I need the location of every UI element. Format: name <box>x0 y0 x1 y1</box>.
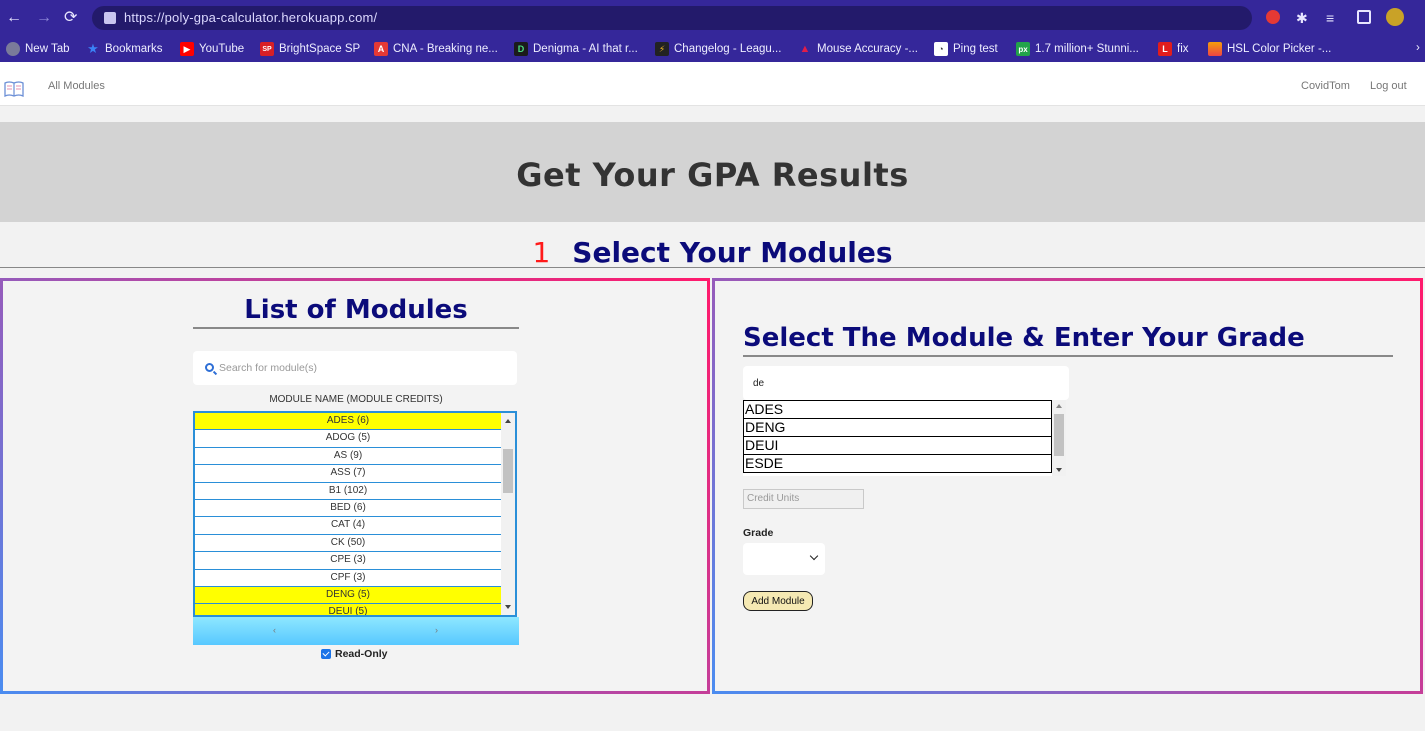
forward-arrow-icon[interactable]: → <box>36 8 52 28</box>
lightning-icon: ⚡ <box>655 42 669 56</box>
bookmark-changelog[interactable]: ⚡ Changelog - Leagu... <box>655 41 781 57</box>
bookmark-new-tab[interactable]: New Tab <box>6 41 70 57</box>
denigma-icon: D <box>514 42 528 56</box>
app-navbar: All Modules CovidTom Log out <box>0 62 1425 106</box>
book-logo-icon[interactable] <box>4 80 24 98</box>
module-filter-input[interactable] <box>753 376 1053 390</box>
readonly-label: Read-Only <box>335 648 388 660</box>
modules-list-title: List of Modules <box>244 295 468 325</box>
list-item[interactable]: BED (6) <box>195 500 501 518</box>
page-title: Get Your GPA Results <box>516 156 909 194</box>
readonly-checkbox[interactable] <box>321 649 331 659</box>
address-url: https://poly-gpa-calculator.herokuapp.co… <box>124 10 378 25</box>
module-grade-title-divider <box>743 355 1393 357</box>
module-option[interactable]: ESDE <box>743 454 1052 473</box>
nav-all-modules-link[interactable]: All Modules <box>48 80 105 92</box>
list-item[interactable]: CPF (3) <box>195 570 501 587</box>
step-number: 1 <box>532 236 551 269</box>
nav-user-link[interactable]: CovidTom <box>1301 80 1350 92</box>
module-select-scrollbar[interactable] <box>1052 400 1066 476</box>
cna-icon: A <box>374 42 388 56</box>
modules-list-panel: List of Modules MODULE NAME (MODULE CRED… <box>0 278 710 694</box>
list-item[interactable]: ADOG (5) <box>195 430 501 448</box>
modules-column-header: MODULE NAME (MODULE CREDITS) <box>269 394 443 405</box>
triangle-logo-icon: ▲ <box>799 43 811 55</box>
list-item[interactable]: AS (9) <box>195 448 501 466</box>
brightspace-icon: SP <box>260 42 274 56</box>
scroll-up-arrow-icon[interactable] <box>1056 404 1062 408</box>
module-search-input[interactable] <box>219 360 499 376</box>
module-option[interactable]: DENG <box>743 418 1052 437</box>
list-item[interactable]: CK (50) <box>195 535 501 553</box>
bookmark-denigma[interactable]: D Denigma - AI that r... <box>514 41 638 57</box>
scroll-up-arrow-icon[interactable] <box>505 419 511 423</box>
page-info-icon[interactable] <box>104 12 116 24</box>
extensions-puzzle-icon[interactable]: ✱ <box>1296 8 1308 28</box>
scroll-down-arrow-icon[interactable] <box>505 605 511 609</box>
bookmark-hsl-picker[interactable]: HSL Color Picker -... <box>1208 41 1331 57</box>
list-item[interactable]: DEUI (5) <box>195 604 501 615</box>
list-item[interactable]: B1 (102) <box>195 483 501 500</box>
list-item[interactable]: CPE (3) <box>195 552 501 570</box>
module-search-box[interactable] <box>193 351 517 385</box>
list-item[interactable]: CAT (4) <box>195 517 501 535</box>
address-bar[interactable]: https://poly-gpa-calculator.herokuapp.co… <box>92 6 1252 30</box>
page-banner: Get Your GPA Results <box>0 122 1425 222</box>
readonly-toggle[interactable]: Read-Only <box>321 648 388 660</box>
star-icon: ★ <box>87 41 99 56</box>
reload-icon[interactable]: ⟳ <box>64 8 77 28</box>
pexels-icon: px <box>1016 42 1030 56</box>
speedometer-icon: ◔ <box>934 42 948 56</box>
scrollbar-thumb[interactable] <box>1054 414 1064 456</box>
back-arrow-icon[interactable]: ← <box>6 8 22 28</box>
globe-icon <box>6 42 20 56</box>
module-filter-box[interactable] <box>743 366 1069 400</box>
add-module-button[interactable]: Add Module <box>743 591 813 611</box>
bookmark-brightspace[interactable]: SP BrightSpace SP <box>260 41 360 57</box>
list-item[interactable]: DENG (5) <box>195 586 501 605</box>
bookmarks-bar: New Tab ★ Bookmarks ▶ YouTube SP BrightSpac… <box>0 36 1425 62</box>
side-panel-icon[interactable] <box>1357 10 1371 24</box>
step-divider <box>0 267 1425 268</box>
bookmark-pexels[interactable]: px 1.7 million+ Stunni... <box>1016 41 1139 57</box>
fix-l-icon: L <box>1158 42 1172 56</box>
bookmark-fix[interactable]: Lfix <box>1158 41 1189 57</box>
logout-link[interactable]: Log out <box>1370 80 1407 92</box>
bookmark-youtube[interactable]: ▶ YouTube <box>180 41 244 57</box>
credit-units-field[interactable]: Credit Units <box>743 489 864 509</box>
media-queue-icon[interactable]: ≡ <box>1326 8 1334 28</box>
profile-avatar-icon[interactable] <box>1386 8 1404 26</box>
module-grade-title: Select The Module & Enter Your Grade <box>743 323 1305 353</box>
grade-select[interactable] <box>743 543 825 575</box>
bookmark-cna[interactable]: A CNA - Breaking ne... <box>374 41 498 57</box>
scrollbar-thumb[interactable] <box>503 449 513 493</box>
modules-title-divider <box>193 327 519 329</box>
bookmark-mouse-accuracy[interactable]: ▲ Mouse Accuracy -... <box>798 41 918 57</box>
bookmark-bookmarks[interactable]: ★ Bookmarks <box>86 41 162 57</box>
search-icon <box>205 363 214 372</box>
module-select-list[interactable]: ADES DENG DEUI ESDE <box>743 400 1066 476</box>
module-option[interactable]: ADES <box>743 400 1052 419</box>
adblock-extension-icon[interactable] <box>1266 10 1280 24</box>
bookmark-ping-test[interactable]: ◔ Ping test <box>934 41 998 57</box>
modules-horizontal-scrollbar[interactable]: ‹ › <box>193 617 519 645</box>
list-item[interactable]: ADES (6) <box>195 413 501 431</box>
bookmarks-overflow-icon[interactable]: › <box>1416 40 1420 56</box>
youtube-icon: ▶ <box>180 42 194 56</box>
module-option[interactable]: DEUI <box>743 436 1052 455</box>
grade-label: Grade <box>743 527 774 539</box>
step-heading: 1 Select Your Modules <box>0 236 1425 269</box>
modules-list[interactable]: ADES (6) ADOG (5) AS (9) ASS (7) B1 (102… <box>193 411 517 617</box>
scroll-left-icon[interactable]: ‹ <box>273 625 276 635</box>
color-picker-icon <box>1208 42 1222 56</box>
scroll-down-arrow-icon[interactable] <box>1056 468 1062 472</box>
list-item[interactable]: ASS (7) <box>195 465 501 483</box>
modules-list-scrollbar[interactable] <box>501 413 515 615</box>
step-title: Select Your Modules <box>572 236 893 269</box>
module-grade-panel: Select The Module & Enter Your Grade ADE… <box>712 278 1423 694</box>
browser-toolbar: ← → ⟳ https://poly-gpa-calculator.heroku… <box>0 0 1425 36</box>
scroll-right-icon[interactable]: › <box>435 625 438 635</box>
chevron-down-icon <box>809 551 819 561</box>
